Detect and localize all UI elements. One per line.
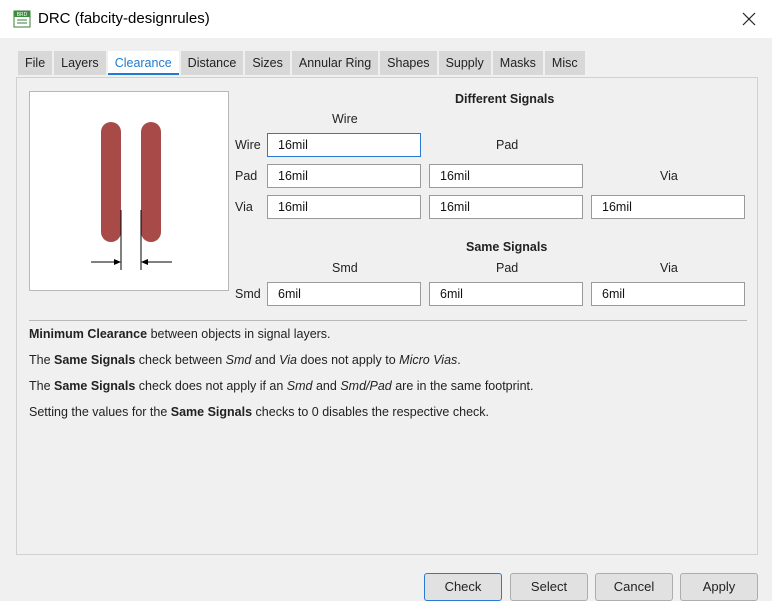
tab-layers[interactable]: Layers [54,51,106,75]
col-label-pad: Pad [496,138,519,152]
via-pad-clearance-input[interactable]: 16mil [429,195,583,219]
app-icon-label: BRD [17,12,28,18]
col-label-same-via: Via [660,261,678,275]
tab-distance[interactable]: Distance [180,51,244,75]
separator [29,320,747,321]
close-button[interactable] [726,0,772,38]
close-icon [742,12,756,26]
tab-clearance[interactable]: Clearance [107,51,179,75]
via-via-clearance-input[interactable]: 16mil [591,195,745,219]
tab-misc[interactable]: Misc [544,51,585,75]
via-wire-clearance-input[interactable]: 16mil [267,195,421,219]
tab-supply[interactable]: Supply [438,51,491,75]
apply-button[interactable]: Apply [680,573,758,601]
check-button[interactable]: Check [424,573,502,601]
tab-annular-ring[interactable]: Annular Ring [291,51,379,75]
col-label-wire: Wire [332,112,358,126]
tab-bar: File Layers Clearance Distance Sizes Ann… [18,51,587,77]
brd-file-icon: BRD [13,10,31,28]
cancel-button[interactable]: Cancel [595,573,673,601]
clearance-panel: Different Signals Wire Wire 16mil Pad Pa… [16,77,758,555]
wire-clearance-illustration [91,122,172,270]
trace-left [101,122,121,242]
pad-pad-clearance-input[interactable]: 16mil [429,164,583,188]
col-label-via: Via [660,169,678,183]
different-signals-title: Different Signals [455,92,555,106]
wire-wire-clearance-input[interactable]: 16mil [267,133,421,157]
tab-masks[interactable]: Masks [492,51,543,75]
row-label-via: Via [235,200,253,214]
col-label-same-pad: Pad [496,261,519,275]
col-label-smd: Smd [332,261,358,275]
row-label-wire: Wire [235,138,261,152]
row-label-pad: Pad [235,169,258,183]
tab-shapes[interactable]: Shapes [380,51,437,75]
pad-wire-clearance-input[interactable]: 16mil [267,164,421,188]
title-bar: BRD DRC (fabcity-designrules) [0,0,772,38]
note-same-footprint: The Same Signals check does not apply if… [29,379,534,393]
smd-pad-clearance-input[interactable]: 6mil [429,282,583,306]
note-minimum-clearance: Minimum Clearance between objects in sig… [29,327,331,341]
trace-right [141,122,161,242]
tab-file[interactable]: File [18,51,53,75]
tab-sizes[interactable]: Sizes [245,51,290,75]
same-signals-title: Same Signals [466,240,548,254]
clearance-preview-image [29,91,229,291]
smd-via-clearance-input[interactable]: 6mil [591,282,745,306]
select-button[interactable]: Select [510,573,588,601]
row-label-smd: Smd [235,287,261,301]
note-disable-check: Setting the values for the Same Signals … [29,405,489,419]
window-title: DRC (fabcity-designrules) [38,10,210,27]
note-micro-vias: The Same Signals check between Smd and V… [29,353,461,367]
smd-smd-clearance-input[interactable]: 6mil [267,282,421,306]
